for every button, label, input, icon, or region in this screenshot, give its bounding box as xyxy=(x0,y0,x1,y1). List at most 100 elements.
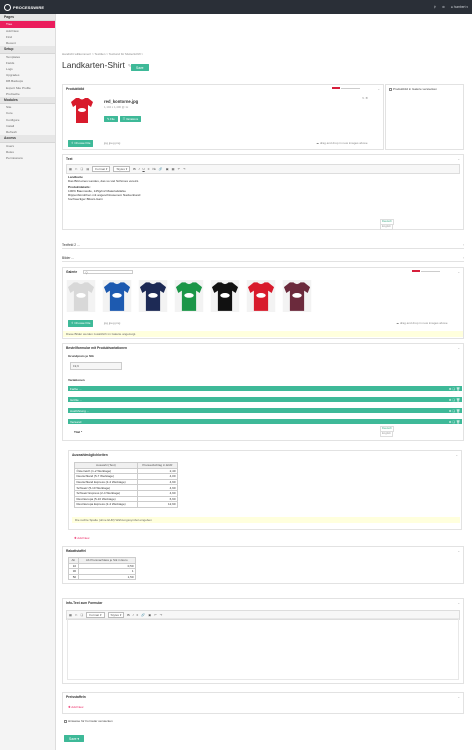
auswahl-cell-text[interactable]: Rest Europa Express (2-4 Werktage) xyxy=(74,501,138,508)
sidebar-item-permissions[interactable]: Permissions xyxy=(0,155,55,161)
list-icon[interactable]: ≡ xyxy=(137,613,139,617)
link-icon[interactable]: 🔗 xyxy=(141,613,145,617)
produktbild-thumbnail[interactable] xyxy=(70,97,94,124)
copy-icon[interactable]: ❏ xyxy=(81,613,84,617)
collapse-icon[interactable]: ⌄ xyxy=(457,346,460,350)
galerie-thumbnail[interactable] xyxy=(174,280,204,312)
source-icon[interactable]: ▦ xyxy=(69,613,72,617)
infotext-editor-area[interactable] xyxy=(67,618,459,680)
user-name: humbert xyxy=(453,5,466,9)
produktbild-choose-file-button[interactable]: ⇧ Choose File xyxy=(68,140,94,147)
lang-tab-english[interactable]: English xyxy=(380,224,393,230)
variations-button[interactable]: ☷ Variations xyxy=(119,116,142,122)
list-icon[interactable]: ≡ xyxy=(148,167,150,171)
redo-icon[interactable]: ↷ xyxy=(183,167,186,171)
copy-icon[interactable]: ❏ xyxy=(81,167,84,171)
sidebar-head-pages[interactable]: Pages xyxy=(0,14,55,22)
variant-actions-icons[interactable]: ⚙ ❏ 🗑 xyxy=(449,387,460,391)
sidebar-head-setup[interactable]: Setup xyxy=(0,46,55,54)
collapse-icon[interactable]: ⌄ xyxy=(457,549,460,553)
file-button[interactable]: ✎ File xyxy=(104,116,118,122)
image-icon[interactable]: ▣ xyxy=(166,167,169,171)
breadcrumb[interactable]: Handicht willkommen! > Textilien > Textl… xyxy=(62,52,143,56)
variant-actions-icons[interactable]: ⚙ ❏ 🗑 xyxy=(449,398,460,402)
auswahl-add-new[interactable]: ✚ Add New xyxy=(74,536,89,540)
galerie-thumbnail[interactable] xyxy=(102,280,132,312)
variant-versand[interactable]: Versand ⚙ ❏ 🗑 xyxy=(68,419,462,424)
galerie-thumb-slider[interactable] xyxy=(412,270,440,273)
styles-label: Styles xyxy=(116,167,125,171)
galerie-dropzone[interactable]: ☁ drag and drop in new images above xyxy=(396,321,448,325)
undo-icon[interactable]: ↶ xyxy=(154,613,157,617)
text-editor-content[interactable]: Landkarte Das Bild eines Landes, das so … xyxy=(68,175,140,201)
bold-icon[interactable]: B xyxy=(127,613,129,617)
preisstaffeln-add-new[interactable]: ✚ Add New xyxy=(68,705,83,709)
styles-select[interactable]: Styles ▾ xyxy=(113,166,131,172)
underline-icon[interactable]: U xyxy=(142,167,144,171)
paste-icon[interactable]: ▤ xyxy=(86,167,89,171)
format-select[interactable]: Format ▾ xyxy=(92,166,111,172)
image-actions-icons[interactable]: ⇅ ✖ xyxy=(362,96,368,100)
collapse-icon[interactable]: ⌄ xyxy=(377,87,380,91)
undo-icon[interactable]: ↶ xyxy=(178,167,181,171)
galerie-thumbnail[interactable] xyxy=(138,280,168,312)
collapse-icon[interactable]: ⌄ xyxy=(457,270,460,274)
italic-icon[interactable]: I xyxy=(139,167,140,171)
image-icon[interactable]: ▣ xyxy=(148,613,151,617)
bestell-panel: Bestellformular mit Produktvariationen ⌄ xyxy=(62,343,464,441)
bilder-collapsed[interactable]: Bilder ... › xyxy=(62,255,464,262)
auswahl-note: Die rechte Spalte (ohne EUR) Währungssym… xyxy=(72,517,460,523)
produktbild-dropzone[interactable]: ☁ drag and drop in new images above xyxy=(316,141,368,145)
cut-icon[interactable]: ✂ xyxy=(75,167,78,171)
sidebar-head-modules[interactable]: Modules xyxy=(0,96,55,105)
galerie-thumbnail[interactable] xyxy=(210,280,240,312)
cut-icon[interactable]: ✂ xyxy=(75,613,78,617)
expand-icon: › xyxy=(462,243,464,247)
collapse-icon[interactable]: ⌄ xyxy=(457,695,460,699)
variant-actions-icons[interactable]: ⚙ ❏ 🗑 xyxy=(449,420,460,424)
thumb-size-slider[interactable] xyxy=(332,87,360,90)
numbered-list-icon[interactable]: № xyxy=(153,167,156,171)
italic-icon[interactable]: I xyxy=(133,613,134,617)
rabatt-cell-ab[interactable]: 50 xyxy=(68,573,79,581)
variant-farbe[interactable]: Farbe ... ⚙ ❏ 🗑 xyxy=(68,386,462,391)
galerie-thumbnail[interactable] xyxy=(66,280,96,312)
galerie-choose-file-button[interactable]: ⇧ Choose File xyxy=(68,320,94,327)
table-icon[interactable]: ▦ xyxy=(172,167,175,171)
stundenlohn-label: Grundpreis je Stk xyxy=(68,354,94,358)
content-line-1: Das Bild eines Landes, das so viel Schön… xyxy=(68,179,140,183)
variant-groesse[interactable]: Größe ... ⚙ ❏ 🗑 xyxy=(68,397,462,402)
variant-actions-icons[interactable]: ⚙ ❏ 🗑 xyxy=(449,409,460,413)
redo-icon[interactable]: ↷ xyxy=(160,613,163,617)
produktbild-filename[interactable]: red_kontorne.jpg xyxy=(104,99,138,104)
auswahl-cell-preis[interactable]: 12,90 xyxy=(136,501,179,508)
save-button-bottom[interactable]: Save ▾ xyxy=(64,735,85,742)
link-icon[interactable]: 🔗 xyxy=(159,167,163,171)
bold-icon[interactable]: B xyxy=(133,167,135,171)
galerie-search-input[interactable]: ⚲ xyxy=(83,269,134,275)
produktbild-hide-checkbox[interactable] xyxy=(389,87,392,91)
logo[interactable]: PROCESSWIRE xyxy=(4,3,44,11)
gear-icon[interactable]: ⚙ xyxy=(442,5,445,9)
collapse-icon[interactable]: ⌄ xyxy=(457,157,460,161)
shirt-icon xyxy=(210,280,240,312)
save-button-top[interactable]: Save xyxy=(131,64,149,71)
variant-ausfuehrung[interactable]: Ausführung ... ⚙ ❏ 🗑 xyxy=(68,408,462,413)
produktbild-filetypes: jpg jpeg png xyxy=(104,141,121,145)
collapse-icon[interactable]: ⌄ xyxy=(457,601,460,605)
user-menu[interactable]: ● humbert ▾ xyxy=(451,5,468,9)
stundenlohn-input[interactable]: 19,9 xyxy=(70,362,122,370)
search-icon[interactable]: ⚲ xyxy=(434,5,436,9)
source-icon[interactable]: ▦ xyxy=(69,167,72,171)
textfeld2-collapsed[interactable]: Textfeld 2 ... › xyxy=(62,242,464,249)
processwire-logo-icon xyxy=(4,3,11,11)
sidebar-head-access[interactable]: Access xyxy=(0,135,55,143)
hide-form-checkbox[interactable] xyxy=(64,719,67,723)
rabatt-cell-preis[interactable]: 1,50 xyxy=(77,573,137,581)
lang-tab-english[interactable]: English xyxy=(380,431,393,437)
galerie-thumbnail[interactable] xyxy=(282,280,312,312)
preisstaffeln-label: Preisstaffeln xyxy=(66,694,86,699)
collapse-icon[interactable]: ⌄ xyxy=(455,453,458,457)
save-label: Save xyxy=(69,736,77,741)
galerie-thumbnail[interactable] xyxy=(246,280,276,312)
